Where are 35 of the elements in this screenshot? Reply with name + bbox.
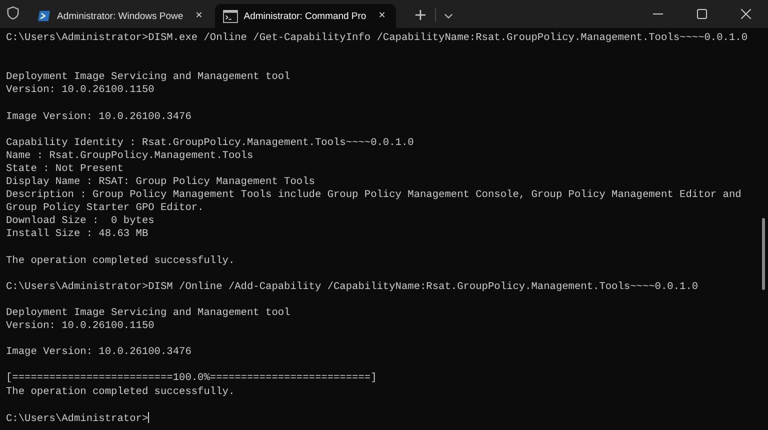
close-icon[interactable] — [741, 9, 751, 19]
console-line: Description : Group Policy Management Tools include Group Policy Management Console, Group Policy Management Editor and — [6, 189, 742, 202]
scrollbar-thumb[interactable] — [762, 218, 765, 290]
powershell-icon — [37, 10, 51, 22]
console-line: Download Size : 0 bytes — [6, 215, 154, 228]
console-line: Install Size : 48.63 MB — [6, 228, 148, 240]
console-line: Deployment Image Servicing and Management tool — [6, 71, 290, 84]
console-line: Display Name : RSAT: Group Policy Management Tools — [6, 176, 315, 188]
console-line: The operation completed successfully. — [6, 386, 235, 398]
console-line: State : Not Present — [6, 162, 124, 175]
console-line: Group Policy Starter GPO Editor. — [6, 202, 204, 214]
maximize-icon[interactable] — [697, 9, 707, 19]
console-line: Capability Identity : Rsat.GroupPolicy.Management.Tools~~~~0.0.1.0 — [6, 136, 414, 149]
terminal-tab[interactable]: Administrator: Command Pro ✕ — [214, 4, 396, 28]
console-line: Image Version: 10.0.26100.3476 — [6, 110, 192, 123]
console-line: Version: 10.0.26100.1150 — [6, 320, 154, 332]
console-line: Version: 10.0.26100.1150 — [6, 84, 154, 96]
close-tab-button[interactable]: ✕ — [191, 9, 207, 23]
console-line: The operation completed successfully. — [6, 254, 235, 267]
tab-title: Administrator: Windows Powe — [57, 10, 184, 22]
new-tab-button[interactable]: + — [406, 5, 436, 24]
command-prompt: C:\Users\Administrator> — [6, 412, 148, 425]
tab-title: Administrator: Command Pro — [244, 10, 366, 22]
console-line: C:\Users\Administrator>DISM /Online /Add-Capability /CapabilityName:Rsat.GroupPolicy.Management.Tools~~~~0.0.1.0 — [6, 280, 698, 293]
console-line: Name : Rsat.GroupPolicy.Management.Tools — [6, 150, 254, 162]
dropdown-chevron-icon[interactable] — [444, 13, 454, 19]
console-line: [==========================100.0%==========================] — [6, 372, 377, 384]
shield-icon — [7, 6, 19, 20]
close-tab-button[interactable]: ✕ — [374, 9, 390, 23]
console-line: Deployment Image Servicing and Management tool — [6, 306, 290, 319]
terminal-tab[interactable]: Administrator: Windows Powe ✕ — [29, 4, 213, 28]
console-line: C:\Users\Administrator>DISM.exe /Online /Get-CapabilityInfo /CapabilityName:Rsat.GroupPolicy.Management.Tools~~~~0.0.1.0 — [6, 32, 748, 44]
console-line: Image Version: 10.0.26100.3476 — [6, 346, 192, 358]
command-prompt-icon — [222, 10, 238, 22]
text-cursor — [148, 412, 150, 423]
